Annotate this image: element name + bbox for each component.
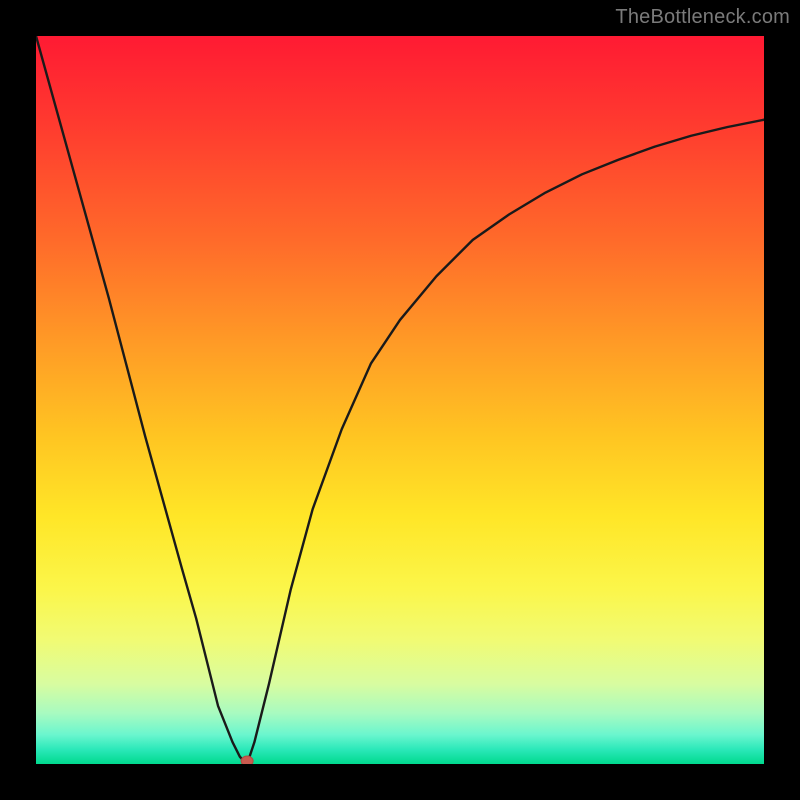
minimum-marker [241,756,253,764]
curve-line [36,36,764,764]
bottleneck-curve [36,36,764,764]
watermark-text: TheBottleneck.com [615,6,790,29]
plot-area [36,36,764,764]
chart-frame: TheBottleneck.com [0,0,800,800]
